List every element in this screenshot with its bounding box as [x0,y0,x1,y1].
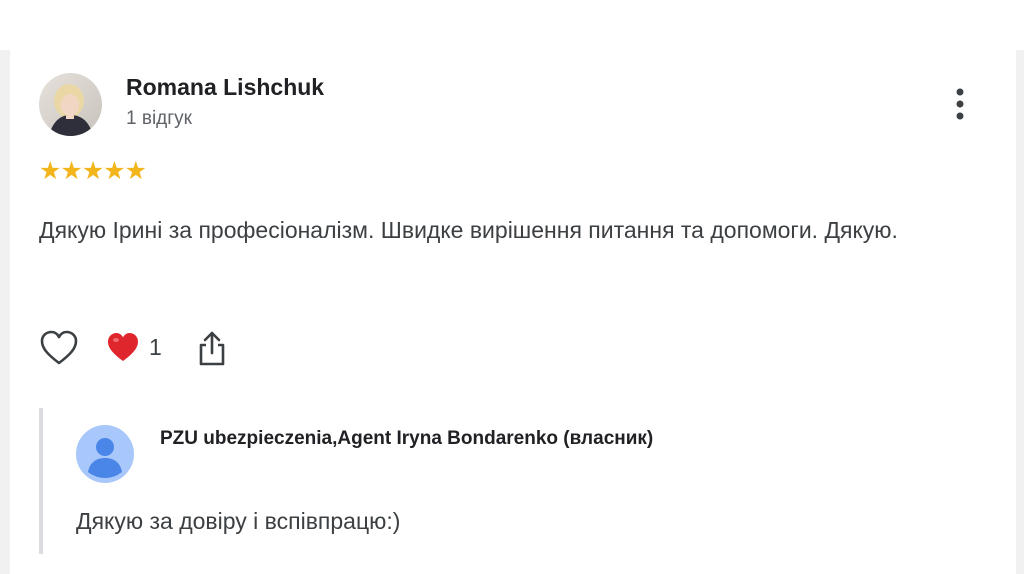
reply-divider [39,408,43,554]
reviewer-name[interactable]: Romana Lishchuk [126,74,324,101]
reviewer-avatar[interactable] [39,73,102,136]
review-count: 1 відгук [126,108,192,129]
review-text: Дякую Ірині за професіоналізм. Швидке ви… [39,217,898,243]
owner-reply-text: Дякую за довіру і вспівпрацю:) [76,508,401,534]
reaction-count: 1 [149,334,162,360]
heart-outline-icon[interactable] [39,329,79,367]
default-avatar-icon [76,425,134,483]
share-icon[interactable] [196,329,228,367]
red-heart-icon[interactable] [106,331,140,363]
owner-avatar[interactable] [76,425,134,483]
more-vertical-icon[interactable] [948,86,972,126]
star-rating: ★★★★★ [39,157,147,185]
top-band [0,0,1024,50]
avatar-photo [39,73,102,136]
owner-name: PZU ubezpieczenia,Agent Iryna Bondarenko… [160,428,654,449]
